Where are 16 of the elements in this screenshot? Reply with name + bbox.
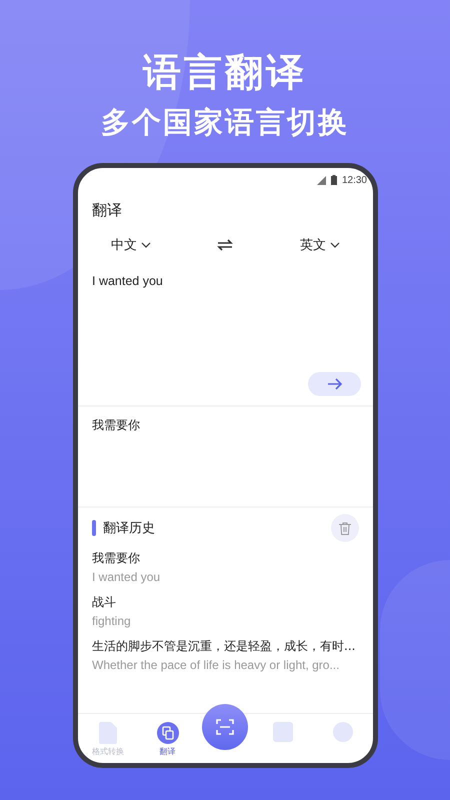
history-translation-text: fighting	[92, 613, 132, 630]
history-title: 翻译历史	[103, 520, 155, 537]
page-title: 翻译	[92, 200, 122, 220]
target-language-dropdown[interactable]: 英文	[300, 236, 340, 254]
history-source-text: 生活的脚步不管是沉重，还是轻盈，成长，有时...	[92, 638, 356, 655]
result-text: 我需要你	[92, 418, 140, 432]
promo-subtitle: 多个国家语言切换	[100, 104, 350, 141]
history-source-text: 战斗	[92, 594, 117, 611]
source-language-dropdown[interactable]: 中文	[111, 236, 152, 254]
history-source-text: 我需要你	[92, 550, 141, 567]
status-time: 12:30	[342, 174, 367, 186]
input-text[interactable]: I wanted you	[92, 274, 163, 288]
history-translation-text: Whether the pace of life is heavy or light, gro...	[92, 657, 340, 674]
nav-tab[interactable]: 翻译	[142, 722, 193, 757]
history-translation-text: I wanted you	[92, 569, 162, 586]
promo-title: 语言翻译	[142, 49, 308, 96]
